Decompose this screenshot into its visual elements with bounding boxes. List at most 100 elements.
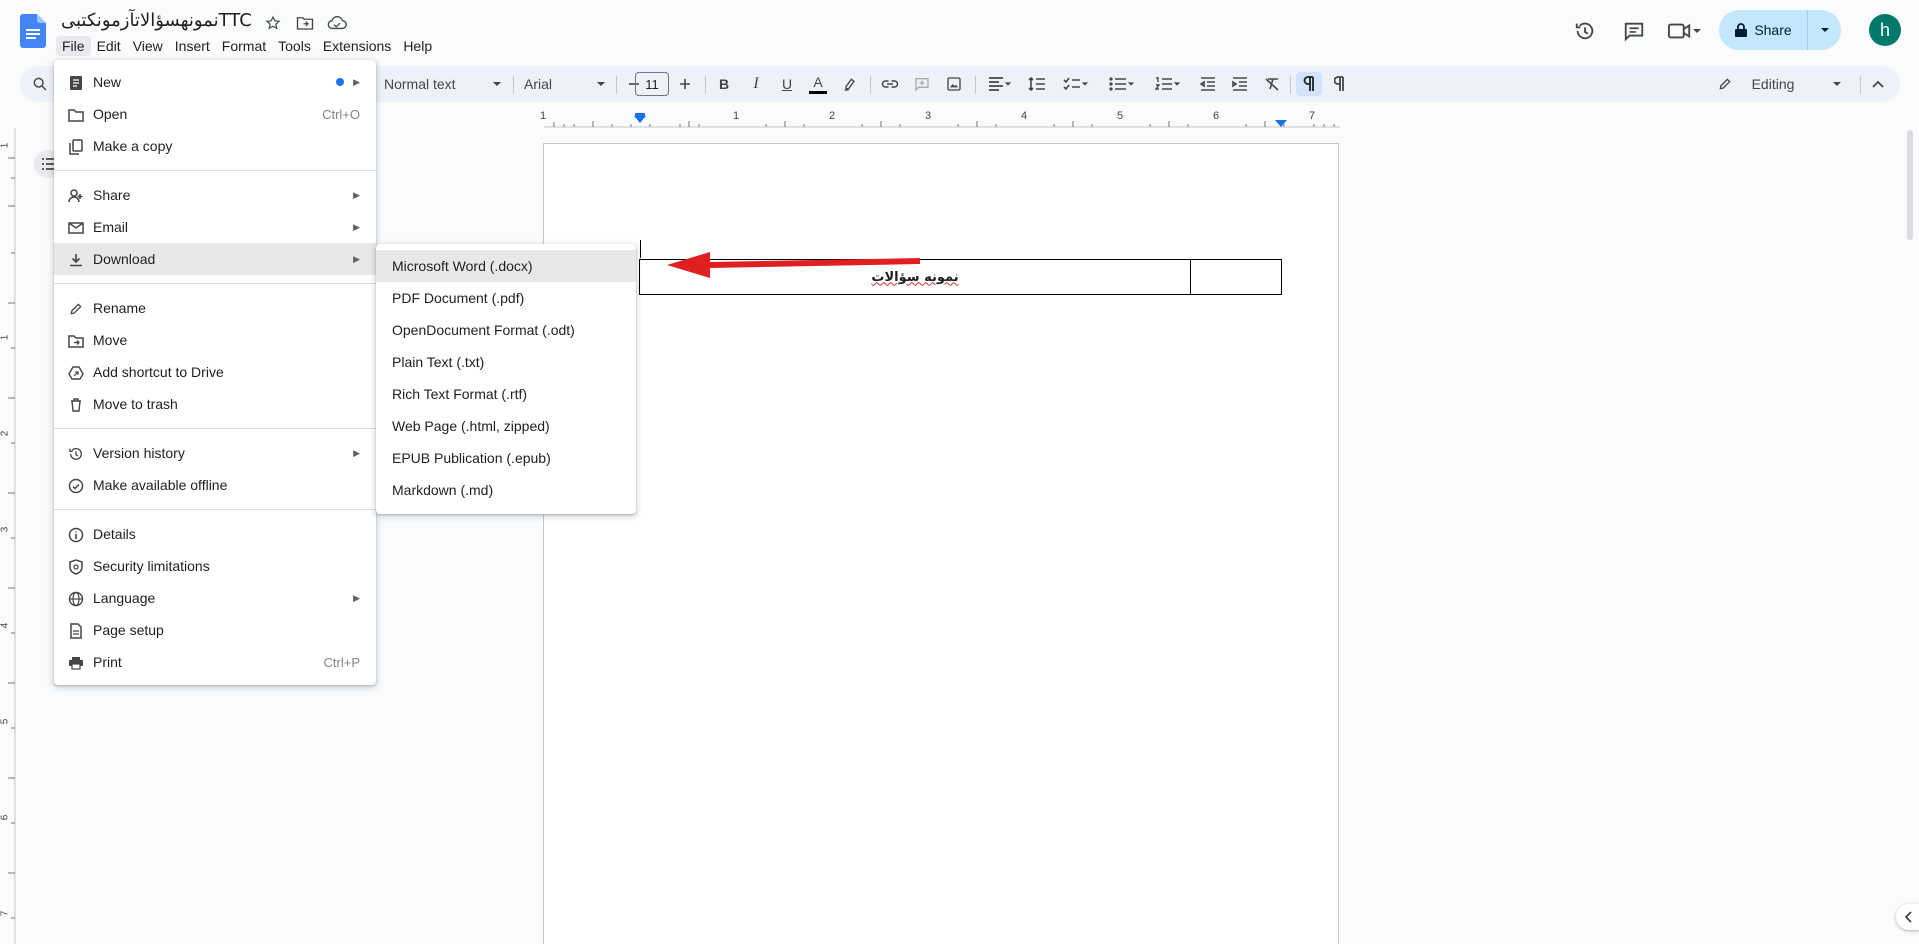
editing-mode-select[interactable]: Editing <box>1710 72 1850 96</box>
menu-item-security-limitations[interactable]: Security limitations <box>54 550 376 582</box>
shortcut-label: Ctrl+O <box>322 106 360 122</box>
horizontal-ruler[interactable]: 1 1 2 3 4 5 6 7 <box>540 110 1340 128</box>
menu-item-label: OpenDocument Format (.odt) <box>392 322 575 338</box>
font-select[interactable]: Arial <box>520 72 610 96</box>
download-txt[interactable]: Plain Text (.txt) <box>376 346 636 378</box>
ltr-text-icon[interactable] <box>1296 72 1322 96</box>
download-docx[interactable]: Microsoft Word (.docx) <box>376 250 636 282</box>
chevron-down-icon <box>493 82 501 86</box>
ruler-number: 1 <box>733 110 740 122</box>
menu-item-new[interactable]: New ▶ <box>54 66 376 98</box>
menu-item-label: Language <box>93 590 156 606</box>
menu-item-label: Details <box>93 526 136 542</box>
download-html[interactable]: Web Page (.html, zipped) <box>376 410 636 442</box>
list-icon <box>42 158 54 170</box>
drive-shortcut-icon <box>67 364 85 382</box>
menu-file[interactable]: File <box>56 36 91 56</box>
menu-item-label: New <box>93 74 122 90</box>
menu-item-page-setup[interactable]: Page setup <box>54 614 376 646</box>
increase-indent-icon[interactable] <box>1228 72 1252 96</box>
menu-help[interactable]: Help <box>397 36 438 56</box>
rtl-text-icon[interactable] <box>1328 72 1354 96</box>
menu-item-version-history[interactable]: Version history ▶ <box>54 437 376 469</box>
font-size-input[interactable]: 11 <box>635 72 669 96</box>
highlight-color-icon[interactable] <box>838 72 862 96</box>
trash-icon <box>67 396 85 414</box>
star-icon[interactable] <box>262 12 284 34</box>
menu-item-rename[interactable]: Rename <box>54 292 376 324</box>
menu-item-label: Move to trash <box>93 396 178 412</box>
insert-image-icon[interactable] <box>942 72 966 96</box>
table-cell[interactable] <box>1191 260 1281 294</box>
menu-item-share[interactable]: Share ▶ <box>54 179 376 211</box>
menu-item-label: Plain Text (.txt) <box>392 354 485 370</box>
menu-item-label: Security limitations <box>93 558 210 574</box>
download-pdf[interactable]: PDF Document (.pdf) <box>376 282 636 314</box>
numbered-list-icon[interactable] <box>1150 72 1186 96</box>
search-menus-icon[interactable] <box>28 72 52 96</box>
insert-link-icon[interactable] <box>878 72 902 96</box>
menu-extensions[interactable]: Extensions <box>317 36 397 56</box>
avatar[interactable]: h <box>1869 14 1901 46</box>
hide-menus-icon[interactable] <box>1866 72 1890 96</box>
share-button-group: Share <box>1719 10 1841 50</box>
menu-item-make-copy[interactable]: Make a copy <box>54 130 376 162</box>
menu-insert[interactable]: Insert <box>169 36 216 56</box>
menu-item-print[interactable]: Print Ctrl+P <box>54 646 376 678</box>
italic-icon[interactable]: I <box>744 72 768 96</box>
download-odt[interactable]: OpenDocument Format (.odt) <box>376 314 636 346</box>
docs-logo-icon[interactable] <box>20 14 46 48</box>
version-history-icon[interactable] <box>1570 16 1600 46</box>
move-folder-icon[interactable] <box>294 12 316 34</box>
menu-item-download[interactable]: Download ▶ <box>54 243 376 275</box>
menu-item-label: Markdown (.md) <box>392 482 494 498</box>
menu-edit[interactable]: Edit <box>91 36 127 56</box>
menu-view[interactable]: View <box>127 36 169 56</box>
menu-item-make-offline[interactable]: Make available offline <box>54 469 376 501</box>
line-spacing-icon[interactable] <box>1024 72 1050 96</box>
vertical-ruler[interactable]: 1 1 2 3 4 5 6 7 <box>0 128 16 944</box>
checklist-icon[interactable] <box>1058 72 1094 96</box>
text-color-icon[interactable]: A <box>806 72 830 96</box>
menu-item-open[interactable]: Open Ctrl+O <box>54 98 376 130</box>
add-comment-icon[interactable] <box>910 72 934 96</box>
menu-item-add-shortcut[interactable]: Add shortcut to Drive <box>54 356 376 388</box>
clear-formatting-icon[interactable] <box>1260 72 1284 96</box>
menu-item-details[interactable]: Details <box>54 518 376 550</box>
bold-icon[interactable]: B <box>712 72 736 96</box>
menu-item-email[interactable]: Email ▶ <box>54 211 376 243</box>
menu-format[interactable]: Format <box>216 36 272 56</box>
ruler-number: 1 <box>540 110 547 122</box>
document-title[interactable]: نمونهسؤالاتآزمونکتبیTTC <box>61 10 252 31</box>
side-panel-toggle[interactable] <box>1896 904 1919 930</box>
menu-item-label: Share <box>93 187 131 203</box>
decrease-indent-icon[interactable] <box>1196 72 1220 96</box>
vertical-scrollbar[interactable] <box>1904 128 1916 944</box>
menu-item-move-to-trash[interactable]: Move to trash <box>54 388 376 420</box>
submenu-arrow-icon: ▶ <box>353 592 360 603</box>
bulleted-list-icon[interactable] <box>1104 72 1140 96</box>
ruler-number: 4 <box>1021 110 1028 122</box>
cloud-saved-icon[interactable] <box>326 12 348 34</box>
menu-item-label: Download <box>93 251 156 267</box>
menu-item-move[interactable]: Move <box>54 324 376 356</box>
left-indent-marker <box>634 116 646 123</box>
comments-icon[interactable] <box>1619 16 1649 46</box>
style-select[interactable]: Normal text <box>380 72 506 96</box>
submenu-arrow-icon: ▶ <box>353 447 360 458</box>
underline-icon[interactable]: U <box>775 72 799 96</box>
align-icon[interactable] <box>982 72 1018 96</box>
font-value: Arial <box>524 76 553 92</box>
menu-item-label: Rename <box>93 300 146 316</box>
scrollbar-thumb[interactable] <box>1907 130 1913 240</box>
menu-item-language[interactable]: Language ▶ <box>54 582 376 614</box>
share-dropdown-button[interactable] <box>1807 10 1841 50</box>
increase-font-size-button[interactable] <box>675 72 695 96</box>
meet-icon[interactable] <box>1663 16 1707 46</box>
ruler-number: 5 <box>1117 110 1124 122</box>
menu-tools[interactable]: Tools <box>272 36 317 56</box>
download-rtf[interactable]: Rich Text Format (.rtf) <box>376 378 636 410</box>
share-button[interactable]: Share <box>1719 10 1807 50</box>
download-md[interactable]: Markdown (.md) <box>376 474 636 506</box>
download-epub[interactable]: EPUB Publication (.epub) <box>376 442 636 474</box>
